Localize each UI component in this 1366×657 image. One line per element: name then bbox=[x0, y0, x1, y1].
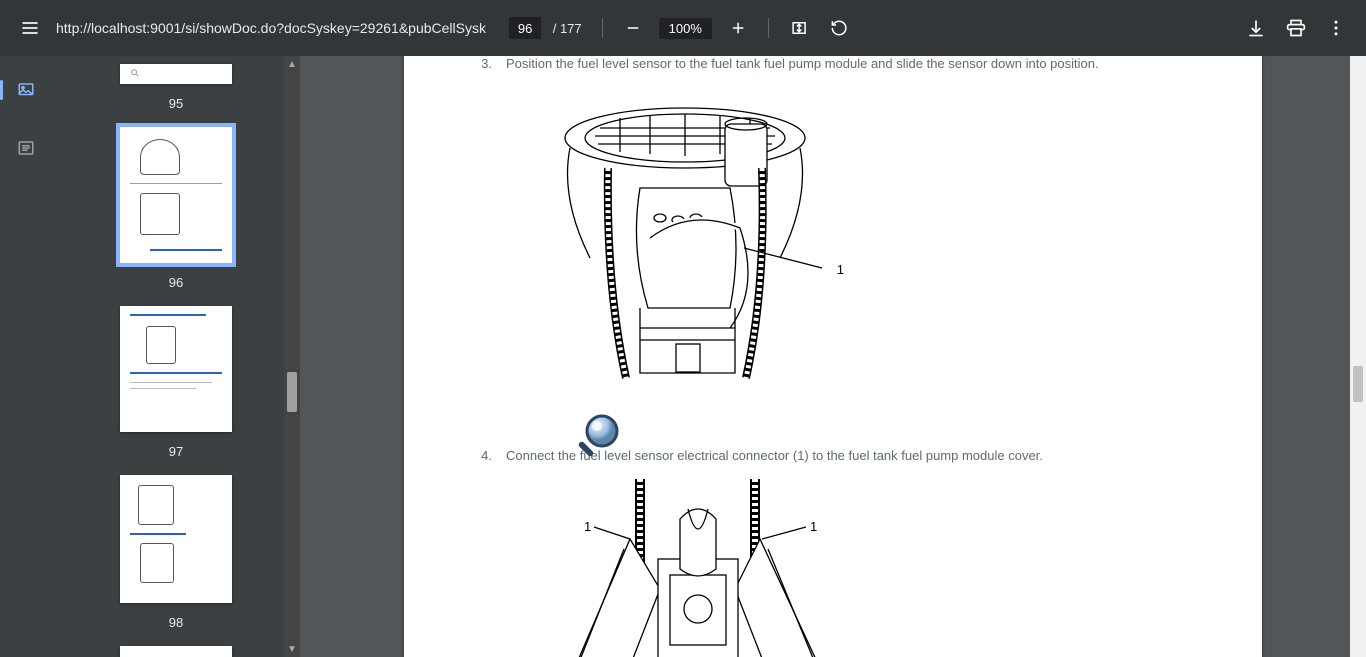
more-options-button[interactable] bbox=[1318, 10, 1354, 46]
step-text: Position the fuel level sensor to the fu… bbox=[506, 56, 1222, 74]
figure-callout-label: 1 bbox=[584, 517, 591, 537]
step-number: 3. bbox=[444, 56, 492, 74]
main-area: 95 96 97 bbox=[0, 56, 1366, 657]
toolbar-center: / 177 100% bbox=[509, 10, 857, 46]
zoom-level[interactable]: 100% bbox=[659, 18, 712, 39]
figure-callout-label: 1 bbox=[810, 517, 817, 537]
toolbar-right bbox=[1238, 10, 1354, 46]
divider bbox=[768, 18, 769, 38]
thumbnail-label: 98 bbox=[169, 615, 183, 630]
thumbnail-page[interactable] bbox=[120, 306, 232, 432]
zoom-in-button[interactable] bbox=[720, 10, 756, 46]
pdf-toolbar: http://localhost:9001/si/showDoc.do?docS… bbox=[0, 0, 1366, 56]
menu-icon[interactable] bbox=[12, 10, 48, 46]
thumbnail-panel: 95 96 97 bbox=[52, 56, 300, 657]
scroll-down-arrow[interactable]: ▼ bbox=[284, 641, 300, 657]
thumbnail-label: 97 bbox=[169, 444, 183, 459]
document-page: 3. Position the fuel level sensor to the… bbox=[404, 56, 1262, 657]
zoom-out-button[interactable] bbox=[615, 10, 651, 46]
viewer-scrollbar[interactable] bbox=[1350, 56, 1366, 657]
figure-connector: 1 1 bbox=[530, 479, 850, 657]
viewer-scroll-handle[interactable] bbox=[1353, 366, 1363, 402]
rotate-button[interactable] bbox=[821, 10, 857, 46]
thumbnail-scroll-handle[interactable] bbox=[287, 372, 297, 412]
figure-callout-label: 1 bbox=[837, 260, 844, 280]
thumbnail-page[interactable] bbox=[120, 646, 232, 657]
thumbnail-page-current[interactable] bbox=[120, 127, 232, 263]
thumbnail-scrollbar[interactable]: ▲ ▼ bbox=[284, 56, 300, 657]
thumbnails-view-button[interactable] bbox=[8, 72, 44, 108]
list-item: 4. Connect the fuel level sensor electri… bbox=[444, 446, 1222, 466]
step-number: 4. bbox=[444, 446, 492, 466]
divider bbox=[602, 18, 603, 38]
thumbnail-label: 96 bbox=[169, 275, 183, 290]
document-viewer[interactable]: 3. Position the fuel level sensor to the… bbox=[300, 56, 1366, 657]
print-button[interactable] bbox=[1278, 10, 1314, 46]
left-rail bbox=[0, 56, 52, 657]
fit-page-button[interactable] bbox=[781, 10, 817, 46]
outline-view-button[interactable] bbox=[8, 130, 44, 166]
scroll-up-arrow[interactable]: ▲ bbox=[284, 56, 300, 72]
thumbnail-page[interactable] bbox=[120, 475, 232, 603]
thumbnail-page[interactable] bbox=[120, 64, 232, 84]
list-item: 3. Position the fuel level sensor to the… bbox=[444, 56, 1222, 74]
page-total: / 177 bbox=[549, 21, 582, 36]
download-button[interactable] bbox=[1238, 10, 1274, 46]
page-number-input[interactable] bbox=[509, 17, 541, 39]
document-title: http://localhost:9001/si/showDoc.do?docS… bbox=[56, 20, 486, 36]
thumbnail-label: 95 bbox=[169, 96, 183, 111]
figure-fuel-pump-module: 1 bbox=[530, 88, 840, 388]
step-text: Connect the fuel level sensor electrical… bbox=[506, 446, 1222, 466]
